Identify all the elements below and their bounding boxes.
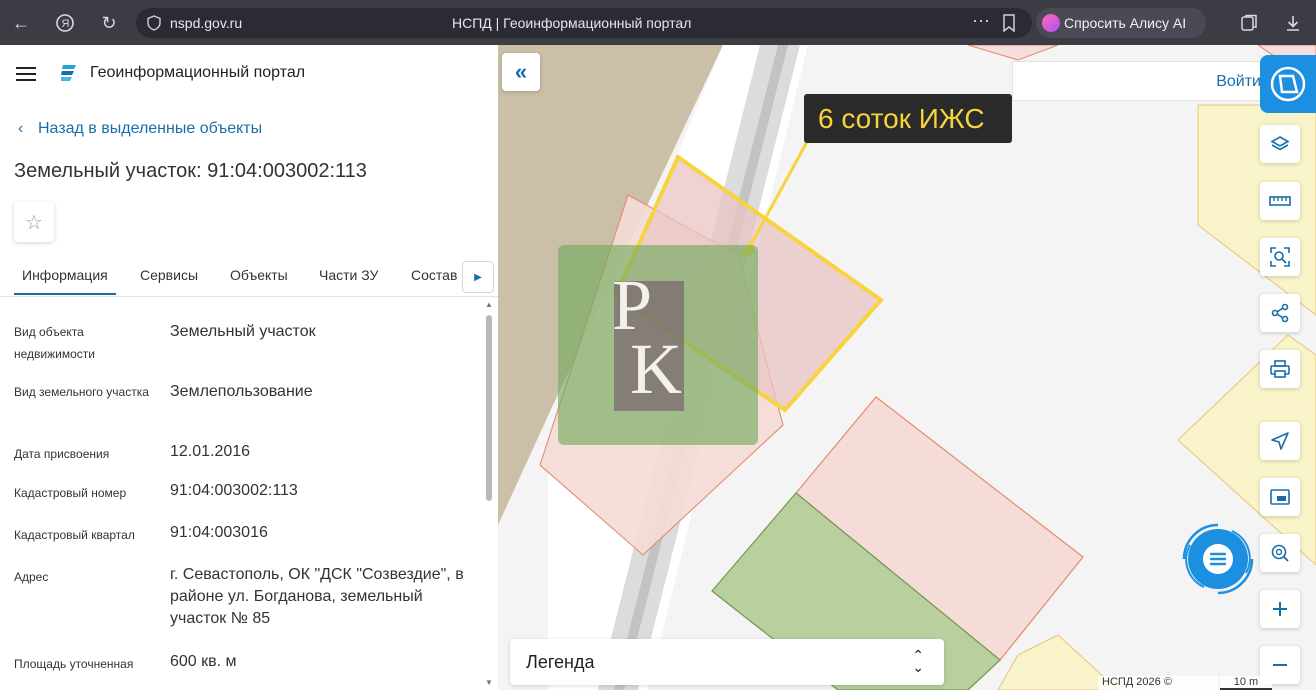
tab-bar: Информация Сервисы Объекты Части ЗУ Сост…: [0, 261, 498, 297]
collapse-panel-button[interactable]: «: [502, 53, 540, 91]
info-label: Вид земельного участка: [14, 385, 149, 399]
hamburger-menu-icon[interactable]: [16, 67, 36, 81]
locate-button[interactable]: [1260, 422, 1300, 460]
minimap-button[interactable]: [1260, 478, 1300, 516]
url-text: nspd.gov.ru: [170, 15, 243, 31]
tab-parts[interactable]: Части ЗУ: [319, 267, 378, 283]
more-icon[interactable]: ⋯: [972, 11, 990, 32]
layers-button[interactable]: [1260, 125, 1300, 163]
minimap-icon: [1270, 489, 1290, 505]
info-value: 91:04:003002:113: [170, 482, 298, 499]
select-area-button[interactable]: [1260, 238, 1300, 276]
ask-alice-label: Спросить Алису AI: [1064, 15, 1187, 31]
back-arrow-icon[interactable]: ←: [8, 10, 34, 36]
portal-logo-icon: [61, 65, 76, 81]
info-label: Адрес: [14, 570, 49, 584]
info-value: 12.01.2016: [170, 443, 251, 460]
select-area-icon: [1270, 247, 1290, 267]
browser-toolbar: ← Я ↻ nspd.gov.ru НСПД | Геоинформационн…: [0, 0, 1316, 45]
watermark-logo: P K: [558, 245, 758, 445]
map-attribution: НСПД 2026 ©: [1098, 676, 1218, 690]
collections-icon[interactable]: [1236, 10, 1262, 36]
shield-icon: [147, 15, 161, 31]
map-view[interactable]: P K « Войти 6 соток ИЖС Легенда ⌃ ⌄ НСПД…: [498, 45, 1316, 690]
chevron-left-icon: ‹: [18, 120, 24, 137]
tab-information[interactable]: Информация: [14, 267, 116, 295]
app-title: Геоинформационный портал: [90, 64, 306, 81]
page-title: НСПД | Геоинформационный портал: [452, 15, 692, 31]
back-to-selected-link[interactable]: ‹ Назад в выделенные объекты: [18, 120, 262, 138]
locate-icon: [1271, 432, 1289, 450]
info-label: Кадастровый номер: [14, 486, 127, 500]
share-icon: [1271, 303, 1289, 323]
info-panel: Геоинформационный портал ‹ Назад в выделе…: [0, 45, 498, 690]
ruler-icon: [1269, 196, 1291, 206]
back-link-label: Назад в выделенные объекты: [38, 120, 263, 137]
favorite-star-button[interactable]: ☆: [14, 202, 54, 242]
info-label: Вид объекта недвижимости: [14, 325, 95, 361]
star-icon: ☆: [25, 211, 43, 234]
search-location-button[interactable]: [1260, 534, 1300, 572]
login-box[interactable]: Войти: [1012, 61, 1262, 101]
tabs-scroll-right-button[interactable]: ▶: [462, 261, 494, 293]
annotation-text: 6 соток ИЖС: [818, 103, 985, 134]
share-button[interactable]: [1260, 294, 1300, 332]
ruler-button[interactable]: [1260, 182, 1300, 220]
print-icon: [1270, 360, 1290, 378]
svg-text:Я: Я: [62, 18, 70, 30]
nspd-logo-icon: [1270, 66, 1306, 102]
zoom-in-icon: [1273, 602, 1287, 616]
annotation-label: 6 соток ИЖС: [804, 94, 1012, 143]
zoom-in-button[interactable]: [1260, 590, 1300, 628]
tab-services[interactable]: Сервисы: [140, 267, 198, 283]
login-link[interactable]: Войти: [1216, 73, 1261, 91]
info-value: 600 кв. м: [170, 653, 237, 670]
info-list: Вид объекта недвижимости Земельный участ…: [0, 299, 480, 690]
chat-button[interactable]: [1174, 515, 1262, 603]
chat-icon: [1182, 523, 1254, 595]
layers-icon: [1270, 136, 1290, 151]
object-title: Земельный участок: 91:04:003002:113: [14, 160, 367, 182]
panel-scrollbar[interactable]: [486, 315, 492, 501]
triangle-right-icon: ▶: [474, 271, 482, 283]
info-value: г. Севастополь, ОК "ДСК "Созвездие", в р…: [170, 566, 464, 627]
bookmark-icon[interactable]: [1002, 14, 1016, 32]
watermark-letters: P K: [612, 265, 682, 409]
info-value: Землепользование: [170, 383, 313, 400]
info-value: 91:04:003016: [170, 524, 268, 541]
info-label: Площадь уточненная: [14, 657, 134, 671]
parcel-shape: [967, 45, 1059, 61]
yandex-icon[interactable]: Я: [52, 10, 78, 36]
info-label: Дата присвоения: [14, 447, 110, 461]
app-window: ← Я ↻ nspd.gov.ru НСПД | Геоинформационн…: [0, 0, 1316, 690]
reload-icon[interactable]: ↻: [96, 10, 122, 36]
ask-alice-button[interactable]: Спросить Алису AI: [1036, 8, 1206, 38]
address-bar[interactable]: nspd.gov.ru НСПД | Геоинформационный пор…: [136, 8, 1032, 38]
expand-collapse-icon: ⌃ ⌄: [912, 647, 924, 675]
download-icon[interactable]: [1280, 10, 1306, 36]
alice-icon: [1042, 14, 1060, 32]
map-scale: 10 m: [1220, 676, 1272, 690]
info-label: Кадастровый квартал: [14, 528, 135, 542]
zoom-out-icon: [1273, 664, 1287, 666]
tab-objects[interactable]: Объекты: [230, 267, 288, 283]
legend-label: Легенда: [526, 652, 595, 672]
nspd-logo-button[interactable]: [1260, 55, 1316, 113]
search-location-icon: [1271, 544, 1289, 562]
scroll-up-arrow[interactable]: ▲: [485, 300, 493, 309]
legend-dropdown[interactable]: Легенда ⌃ ⌄: [510, 639, 944, 685]
info-value: Земельный участок: [170, 323, 316, 340]
double-chevron-left-icon: «: [514, 59, 528, 84]
scroll-down-arrow[interactable]: ▼: [485, 678, 493, 687]
tab-composition[interactable]: Состав: [411, 267, 457, 283]
print-button[interactable]: [1260, 350, 1300, 388]
